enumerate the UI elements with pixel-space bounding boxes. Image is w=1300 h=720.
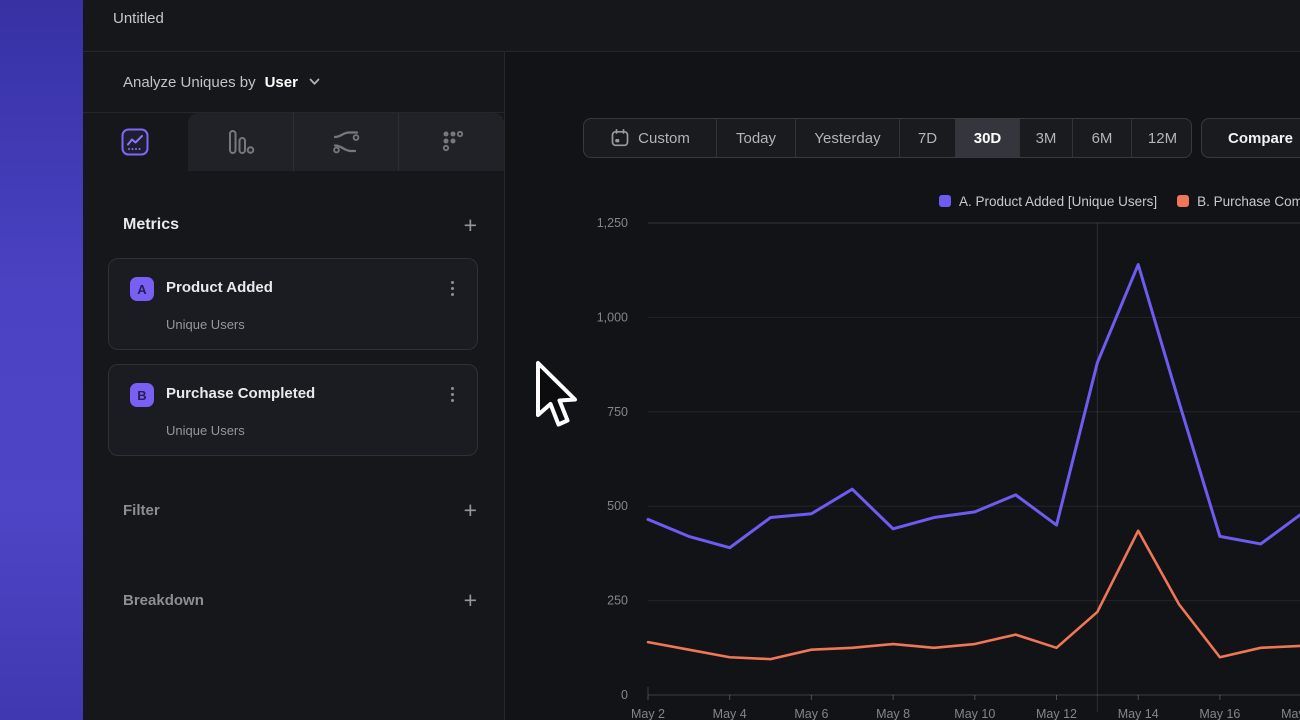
app-window: Untitled Analyze Uniques by User Metrics… bbox=[0, 0, 1300, 720]
breakdown-title: Breakdown bbox=[123, 592, 204, 609]
analyze-row: Analyze Uniques by User bbox=[83, 52, 504, 113]
line-chart-icon bbox=[120, 127, 150, 157]
chart-series-b[interactable] bbox=[648, 531, 1300, 659]
grid-dots-icon bbox=[437, 127, 467, 157]
top-bar: Untitled bbox=[83, 0, 1300, 52]
y-axis-tick-label: 1,000 bbox=[597, 310, 628, 324]
kebab-menu-icon[interactable] bbox=[445, 281, 459, 299]
chart-type-tab-group bbox=[188, 113, 504, 171]
x-axis-tick-label: May 10 bbox=[954, 707, 995, 720]
y-axis-tick-label: 0 bbox=[621, 688, 628, 702]
metric-measurement[interactable]: Unique Users bbox=[166, 317, 245, 332]
x-axis-tick-label: May 6 bbox=[794, 707, 828, 720]
x-axis-tick-label: May 4 bbox=[713, 707, 747, 720]
metrics-header: Metrics + bbox=[123, 215, 477, 235]
line-chart: 0 250 500 750 1,000 1,250 May 2 May 4 May 6 May 8… bbox=[506, 52, 1300, 720]
chart-series-a[interactable] bbox=[648, 265, 1300, 548]
filter-header: Filter + bbox=[123, 500, 477, 520]
tab-line-chart[interactable] bbox=[83, 113, 188, 171]
chart-panel: CustomTodayYesterday7D30D3M6M12M Compare… bbox=[506, 52, 1300, 720]
breakdown-header: Breakdown + bbox=[123, 590, 477, 610]
x-axis-tick-label: May 2 bbox=[631, 707, 665, 720]
metric-badge: A bbox=[130, 277, 154, 301]
metric-card-a[interactable]: A Product Added Unique Users bbox=[108, 258, 478, 350]
metric-badge: B bbox=[130, 383, 154, 407]
x-axis-tick-label: May 14 bbox=[1118, 707, 1159, 720]
x-axis-tick-label: May 12 bbox=[1036, 707, 1077, 720]
analyze-entity-dropdown[interactable]: User bbox=[265, 74, 298, 91]
metric-card-b[interactable]: B Purchase Completed Unique Users bbox=[108, 364, 478, 456]
filter-title: Filter bbox=[123, 502, 160, 519]
x-axis-tick-label: May 16 bbox=[1199, 707, 1240, 720]
brand-gradient-strip bbox=[0, 0, 83, 720]
flows-icon bbox=[331, 127, 361, 157]
y-axis-tick-label: 500 bbox=[607, 499, 628, 513]
x-axis-tick-label: May 18 bbox=[1281, 707, 1300, 720]
report-title[interactable]: Untitled bbox=[113, 0, 164, 52]
y-axis-tick-label: 1,250 bbox=[597, 216, 628, 230]
y-axis-tick-label: 750 bbox=[607, 405, 628, 419]
metric-measurement[interactable]: Unique Users bbox=[166, 423, 245, 438]
kebab-menu-icon[interactable] bbox=[445, 387, 459, 405]
add-filter-button[interactable]: + bbox=[464, 500, 477, 520]
x-axis-tick-label: May 8 bbox=[876, 707, 910, 720]
chart-type-tabs bbox=[83, 113, 504, 171]
chevron-down-icon[interactable] bbox=[309, 78, 320, 86]
add-breakdown-button[interactable]: + bbox=[464, 590, 477, 610]
tab-grid[interactable] bbox=[398, 113, 504, 171]
add-metric-button[interactable]: + bbox=[464, 215, 477, 235]
bar-chart-icon bbox=[225, 127, 255, 157]
tab-bar-chart[interactable] bbox=[188, 113, 293, 171]
y-axis-tick-label: 250 bbox=[607, 594, 628, 608]
query-sidebar: Analyze Uniques by User Metrics + A Produ… bbox=[83, 52, 505, 720]
tab-flows[interactable] bbox=[293, 113, 399, 171]
metrics-title: Metrics bbox=[123, 216, 179, 234]
metric-name[interactable]: Purchase Completed bbox=[166, 385, 315, 402]
metric-name[interactable]: Product Added bbox=[166, 279, 273, 296]
analyze-label: Analyze Uniques by bbox=[123, 74, 256, 91]
